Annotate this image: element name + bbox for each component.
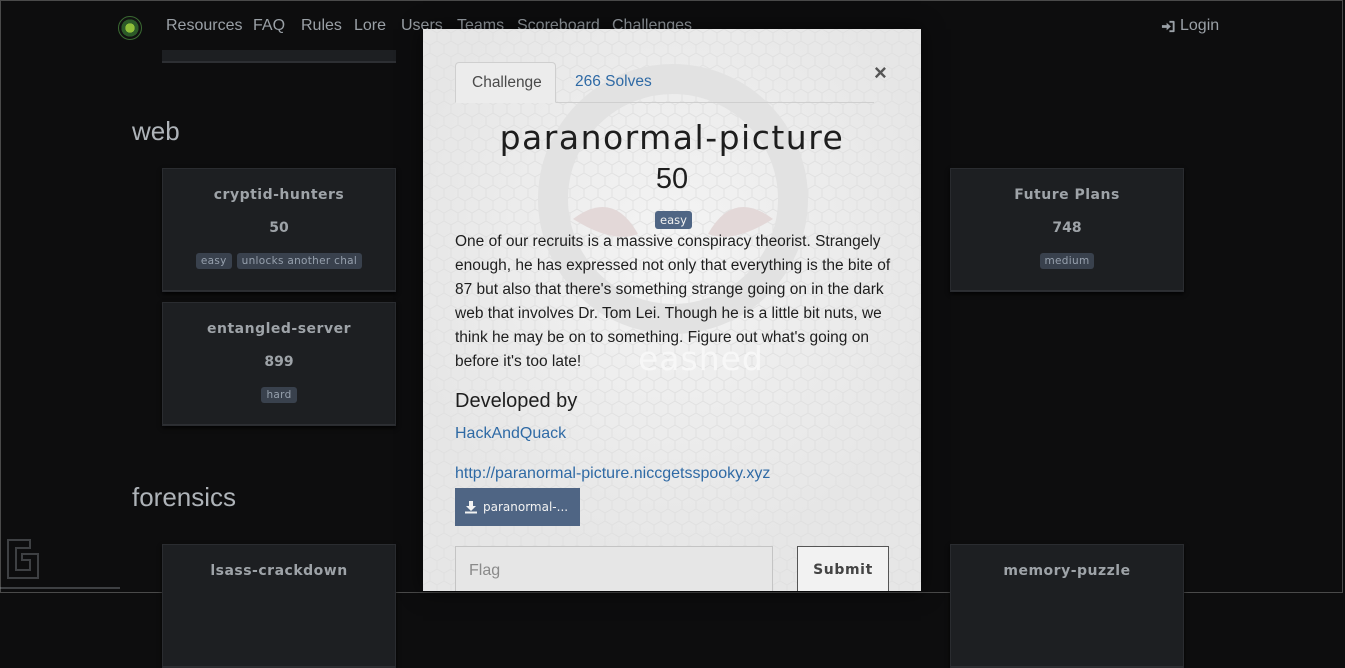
difficulty-badge: easy — [655, 211, 692, 229]
developed-by-heading: Developed by — [455, 390, 578, 412]
modal-tabs: Challenge 266 Solves — [455, 62, 874, 103]
challenge-modal: Challenge 266 Solves × paranormal-pictur… — [423, 29, 921, 591]
tab-solves[interactable]: 266 Solves — [559, 62, 668, 102]
download-file-button[interactable]: paranormal-... — [455, 488, 580, 526]
connection-url-link[interactable]: http://paranormal-picture.niccgetsspooky… — [455, 465, 770, 483]
flag-input[interactable] — [455, 546, 773, 591]
challenge-title: paranormal-picture — [499, 118, 845, 157]
challenge-points: 50 — [655, 163, 689, 195]
challenge-description: One of our recruits is a massive conspir… — [455, 233, 891, 370]
tab-challenge[interactable]: Challenge — [455, 62, 556, 103]
close-icon[interactable]: × — [874, 60, 887, 86]
submit-button[interactable]: Submit — [797, 546, 889, 591]
download-icon — [465, 501, 477, 514]
author-link[interactable]: HackAndQuack — [455, 425, 566, 443]
file-name-label: paranormal-... — [483, 500, 569, 514]
